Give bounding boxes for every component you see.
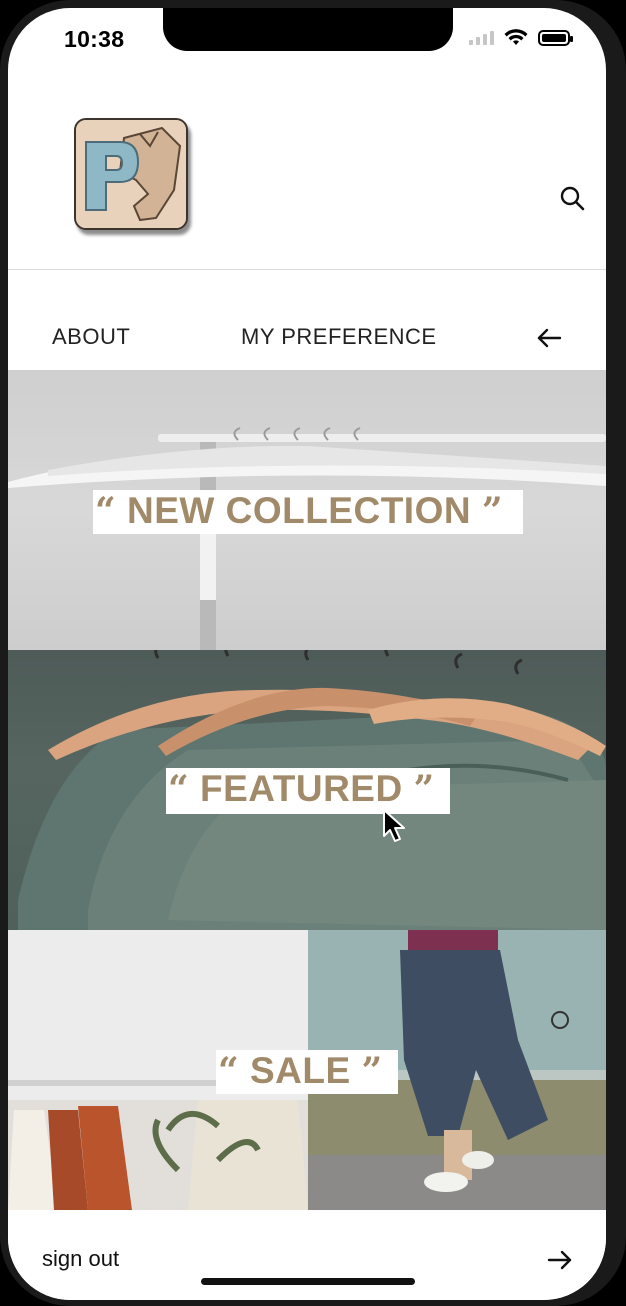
quote-close-icon: ”	[481, 490, 504, 532]
sign-out-link[interactable]: sign out	[42, 1246, 119, 1272]
sale-label: “ SALE ”	[216, 1050, 398, 1094]
back-button[interactable]	[534, 322, 566, 354]
app-screen: 10:38 ABOUT MY PREFERENCE “ NEW COLLECTI…	[8, 8, 606, 1300]
device-frame: 10:38 ABOUT MY PREFERENCE “ NEW COLLECTI…	[0, 0, 626, 1306]
sign-out-arrow-button[interactable]	[544, 1244, 576, 1276]
search-icon	[560, 186, 585, 211]
quote-close-icon: ”	[413, 768, 435, 810]
new-collection-card[interactable]: “ NEW COLLECTION ”	[8, 370, 606, 650]
nav-about[interactable]: ABOUT	[52, 324, 130, 350]
home-indicator[interactable]	[201, 1278, 415, 1285]
status-time: 10:38	[64, 26, 125, 52]
new-collection-label: “ NEW COLLECTION ”	[93, 490, 523, 534]
header-divider	[8, 269, 606, 270]
sale-card[interactable]: “ SALE ”	[8, 930, 606, 1210]
signal-icon	[469, 31, 494, 45]
mouse-cursor-icon	[383, 809, 405, 842]
wifi-icon	[504, 29, 528, 45]
quote-open-icon: “	[95, 490, 117, 532]
arrow-right-icon	[547, 1250, 572, 1270]
featured-text: FEATURED	[200, 768, 403, 809]
sale-text: SALE	[250, 1050, 351, 1091]
nav-my-preference[interactable]: MY PREFERENCE	[241, 324, 437, 350]
featured-card[interactable]: “ FEATURED ”	[8, 650, 606, 930]
quote-open-icon: “	[218, 1050, 240, 1092]
app-header	[8, 68, 606, 270]
search-button[interactable]	[556, 182, 590, 216]
new-collection-text: NEW COLLECTION	[127, 490, 472, 531]
footer-bar: sign out	[8, 1210, 606, 1300]
battery-icon	[538, 30, 573, 46]
device-notch	[163, 8, 453, 51]
top-nav: ABOUT MY PREFERENCE	[8, 308, 606, 368]
brand-logo[interactable]	[74, 118, 188, 230]
status-icons	[469, 29, 573, 47]
arrow-left-icon	[537, 328, 562, 348]
brand-logo-icon	[76, 120, 186, 228]
quote-close-icon: ”	[361, 1050, 383, 1092]
quote-open-icon: “	[168, 768, 190, 810]
